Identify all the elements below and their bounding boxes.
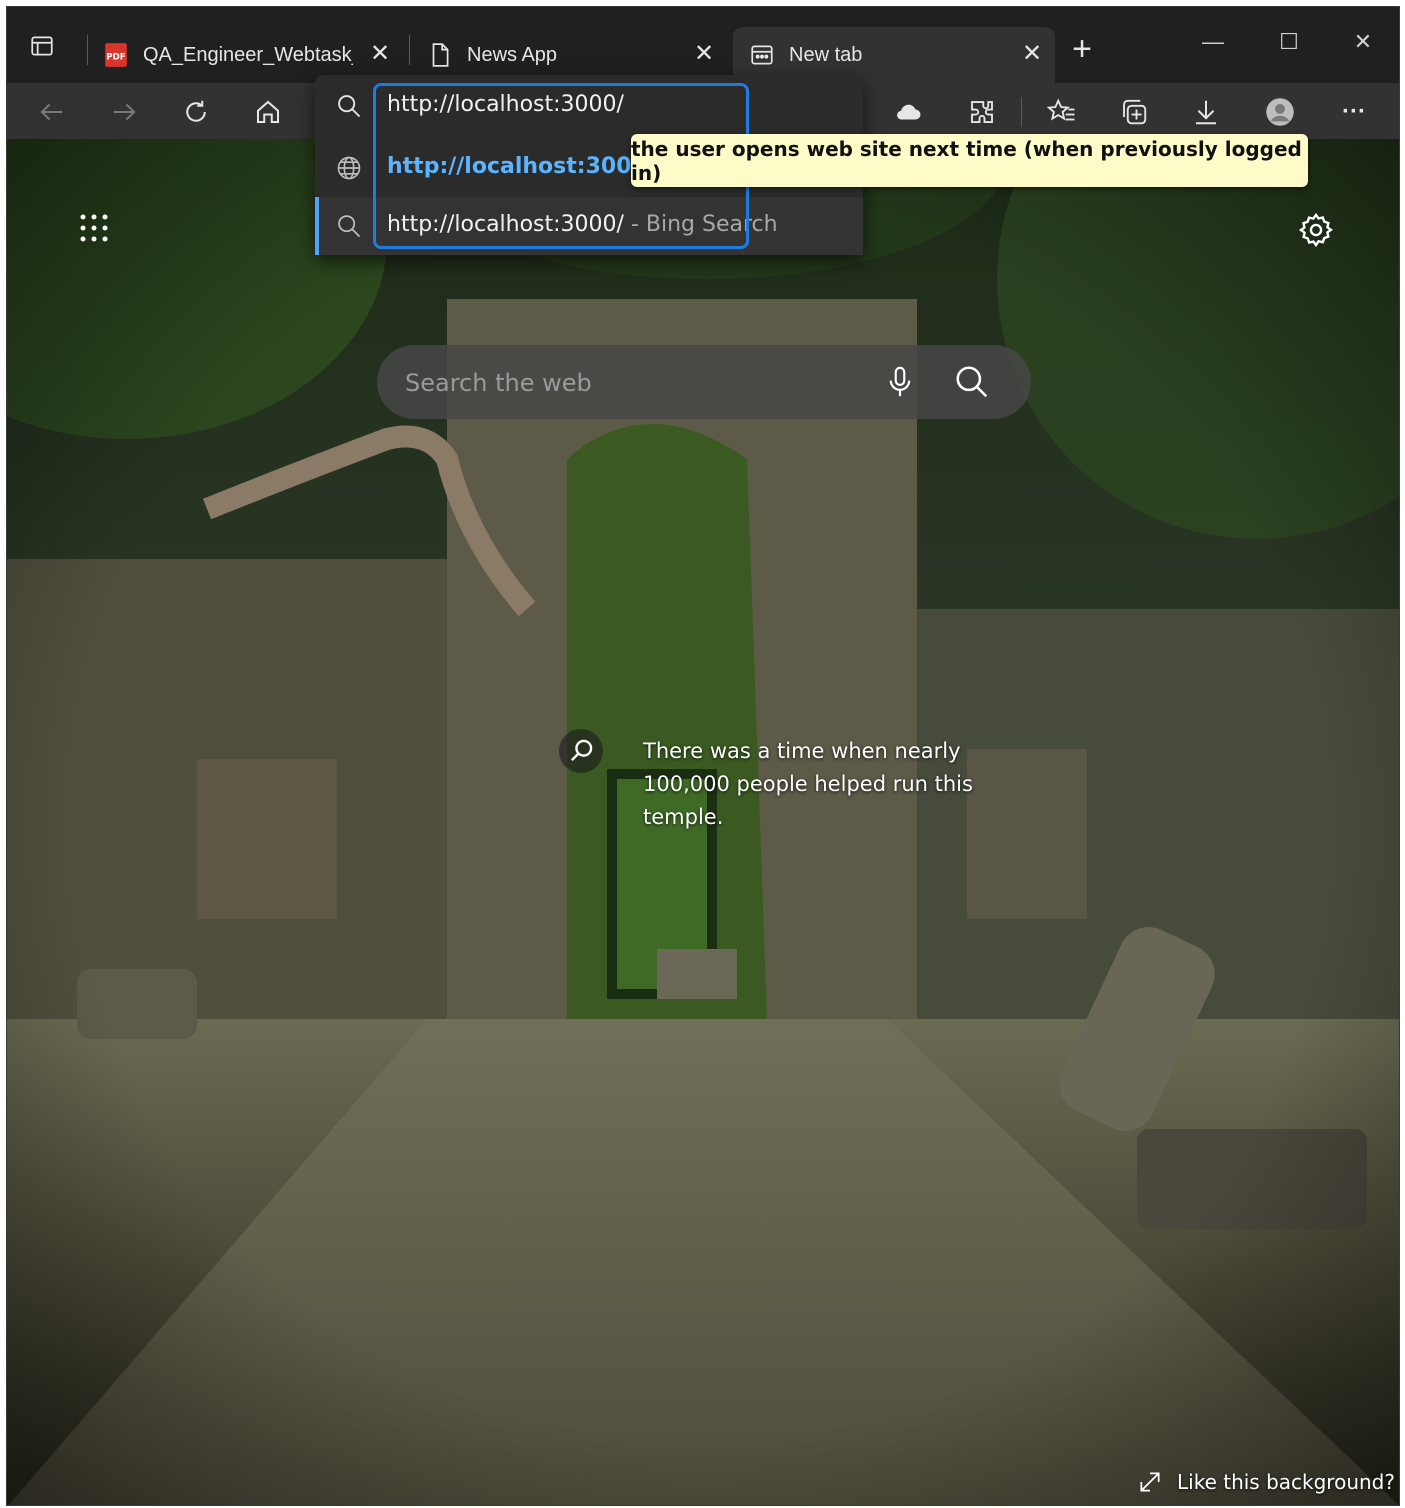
tab-title: New tab bbox=[789, 43, 863, 66]
tab-title: News App bbox=[467, 43, 558, 66]
search-box[interactable] bbox=[377, 345, 1031, 419]
downloads-icon[interactable] bbox=[1189, 95, 1223, 129]
search-icon[interactable] bbox=[953, 363, 991, 401]
microphone-icon[interactable] bbox=[883, 365, 917, 399]
pdf-icon: PDF bbox=[103, 42, 129, 68]
search-icon bbox=[335, 212, 363, 240]
background-fact-text[interactable]: There was a time when nearly 100,000 peo… bbox=[643, 735, 1053, 834]
apps-grid-icon[interactable] bbox=[79, 213, 109, 243]
back-icon[interactable] bbox=[35, 95, 69, 129]
collections-icon[interactable] bbox=[1117, 95, 1151, 129]
like-background-label: Like this background? bbox=[1177, 1470, 1395, 1494]
forward-icon[interactable] bbox=[107, 95, 141, 129]
extensions-icon[interactable] bbox=[965, 95, 999, 129]
selection-indicator bbox=[315, 197, 319, 255]
maximize-button[interactable]: ☐ bbox=[1269, 29, 1309, 59]
cloud-icon[interactable] bbox=[891, 95, 925, 129]
search-input[interactable] bbox=[403, 363, 867, 403]
toolbar-separator bbox=[1021, 97, 1022, 127]
background-image: There was a time when nearly 100,000 peo… bbox=[7, 139, 1399, 1505]
tab-title: QA_Engineer_Webtask_sl bbox=[143, 43, 353, 66]
tab-close-icon[interactable]: ✕ bbox=[1019, 41, 1045, 67]
expand-icon bbox=[1140, 1472, 1160, 1492]
new-tab-button[interactable]: + bbox=[1067, 32, 1097, 66]
refresh-icon[interactable] bbox=[179, 95, 213, 129]
globe-icon bbox=[335, 154, 363, 182]
profile-icon[interactable] bbox=[1263, 95, 1297, 129]
minimize-button[interactable]: — bbox=[1193, 29, 1233, 59]
tab-strip: PDF QA_Engineer_Webtask_sl ✕ News App ✕ … bbox=[7, 7, 1399, 83]
tab-close-icon[interactable]: ✕ bbox=[367, 41, 393, 67]
gear-icon[interactable] bbox=[1297, 211, 1335, 249]
browser-window: PDF QA_Engineer_Webtask_sl ✕ News App ✕ … bbox=[6, 6, 1400, 1506]
tab-separator bbox=[87, 35, 88, 65]
home-icon[interactable] bbox=[251, 95, 285, 129]
favorites-icon[interactable] bbox=[1045, 95, 1079, 129]
tab-close-icon[interactable]: ✕ bbox=[691, 41, 717, 67]
svg-text:PDF: PDF bbox=[106, 52, 126, 62]
page-icon bbox=[427, 42, 453, 68]
annotation-tooltip: the user opens web site next time (when … bbox=[631, 134, 1308, 187]
newtab-icon bbox=[749, 42, 775, 68]
tab-actions-icon[interactable] bbox=[29, 33, 57, 61]
fact-search-icon[interactable] bbox=[559, 729, 603, 773]
more-icon[interactable]: ··· bbox=[1337, 95, 1371, 129]
close-window-button[interactable]: ✕ bbox=[1343, 29, 1383, 59]
like-background-link[interactable]: Like this background? bbox=[1137, 1469, 1395, 1495]
search-icon bbox=[335, 92, 363, 120]
tab-separator bbox=[409, 35, 410, 65]
